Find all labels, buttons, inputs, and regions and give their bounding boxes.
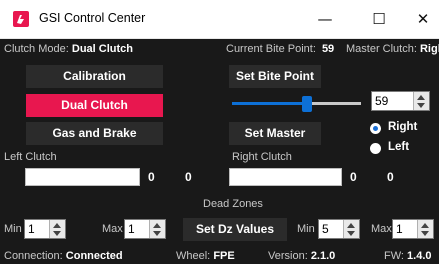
- wheel-label: Wheel:: [176, 250, 211, 262]
- bite-point-value: 59: [321, 43, 335, 55]
- spinner-down-icon[interactable]: [421, 231, 429, 236]
- master-left-label[interactable]: Left: [388, 141, 409, 153]
- right-clutch-label: Right Clutch: [232, 151, 292, 163]
- calibration-button[interactable]: Calibration: [26, 65, 163, 88]
- right-clutch-value-b: 0: [387, 170, 394, 184]
- master-right-label[interactable]: Right: [388, 121, 417, 133]
- right-dz-max-arrows[interactable]: [417, 220, 433, 238]
- fw-value: 1.4.0: [407, 250, 432, 262]
- clutch-mode-label: Clutch Mode:: [4, 43, 69, 55]
- spinner-down-icon[interactable]: [347, 231, 355, 236]
- connection-value: Connected: [65, 250, 123, 262]
- right-dz-max-spinner[interactable]: 1: [392, 219, 434, 239]
- spinner-down-icon[interactable]: [53, 231, 61, 236]
- spinner-up-icon[interactable]: [421, 223, 429, 228]
- right-dz-min-arrows[interactable]: [343, 220, 359, 238]
- gas-and-brake-button[interactable]: Gas and Brake: [26, 122, 163, 145]
- right-dz-min-label: Min: [297, 223, 315, 235]
- version-value: 2.1.0: [310, 250, 336, 262]
- wheel-value: FPE: [213, 250, 235, 262]
- dead-zones-title: Dead Zones: [203, 198, 263, 210]
- version-status: Version: 2.1.0: [268, 250, 335, 262]
- maximize-icon[interactable]: ☐: [361, 6, 397, 32]
- clutch-mode-status: Clutch Mode: Dual Clutch: [4, 43, 133, 55]
- bite-point-slider-thumb[interactable]: [302, 96, 312, 112]
- bite-point-label: Current Bite Point:: [226, 43, 316, 55]
- bite-point-slider-fill: [232, 102, 307, 105]
- client-area: Clutch Mode: Dual Clutch Current Bite Po…: [0, 39, 439, 264]
- left-dz-max-arrows[interactable]: [149, 220, 165, 238]
- title-bar[interactable]: GSI Control Center — ☐ ✕: [0, 0, 439, 39]
- left-dz-max-label: Max: [102, 223, 123, 235]
- master-left-radio[interactable]: [370, 143, 381, 154]
- bite-point-spinner[interactable]: 59: [371, 91, 430, 111]
- bite-point-spinner-value: 59: [375, 94, 389, 108]
- connection-label: Connection:: [4, 250, 63, 262]
- right-clutch-progress: [229, 168, 342, 186]
- master-clutch-status: Master Clutch: Right: [346, 43, 439, 55]
- clutch-mode-value: Dual Clutch: [71, 43, 133, 55]
- right-dz-min-spinner[interactable]: 5: [318, 219, 360, 239]
- master-right-radio[interactable]: [370, 123, 381, 134]
- left-dz-min-spinner[interactable]: 1: [24, 219, 66, 239]
- spinner-up-icon[interactable]: [347, 223, 355, 228]
- version-label: Version:: [268, 250, 308, 262]
- left-dz-max-value: 1: [128, 222, 135, 236]
- spinner-up-icon[interactable]: [417, 95, 425, 100]
- gsi-logo-icon: [13, 11, 29, 27]
- wheel-status: Wheel: FPE: [176, 250, 235, 262]
- spinner-down-icon[interactable]: [417, 103, 425, 108]
- left-clutch-label: Left Clutch: [4, 151, 57, 163]
- left-dz-max-spinner[interactable]: 1: [124, 219, 166, 239]
- spinner-up-icon[interactable]: [53, 223, 61, 228]
- right-dz-min-value: 5: [322, 222, 329, 236]
- set-dz-values-button[interactable]: Set Dz Values: [183, 218, 287, 241]
- dual-clutch-button[interactable]: Dual Clutch: [26, 94, 163, 117]
- window-title: GSI Control Center: [39, 11, 146, 25]
- master-clutch-value: Right: [419, 43, 439, 55]
- close-icon[interactable]: ✕: [405, 6, 439, 32]
- spinner-down-icon[interactable]: [153, 231, 161, 236]
- left-clutch-progress: [25, 168, 140, 186]
- connection-status: Connection: Connected: [4, 250, 123, 262]
- set-bite-point-button[interactable]: Set Bite Point: [229, 65, 321, 88]
- bite-point-spinner-arrows[interactable]: [413, 92, 429, 110]
- firmware-status: FW: 1.4.0: [384, 250, 432, 262]
- right-dz-max-value: 1: [396, 222, 403, 236]
- left-dz-min-arrows[interactable]: [49, 220, 65, 238]
- left-dz-min-value: 1: [28, 222, 35, 236]
- bite-point-slider[interactable]: [232, 96, 361, 112]
- set-master-button[interactable]: Set Master: [229, 122, 321, 145]
- left-dz-min-label: Min: [4, 223, 22, 235]
- spinner-up-icon[interactable]: [153, 223, 161, 228]
- app-window: GSI Control Center — ☐ ✕ Clutch Mode: Du…: [0, 0, 439, 264]
- right-dz-max-label: Max: [371, 223, 392, 235]
- right-clutch-value-a: 0: [350, 170, 357, 184]
- bite-point-status: Current Bite Point: 59: [226, 43, 334, 55]
- master-clutch-label: Master Clutch:: [346, 43, 417, 55]
- left-clutch-value-b: 0: [185, 170, 192, 184]
- minimize-icon[interactable]: —: [307, 6, 343, 32]
- left-clutch-value-a: 0: [148, 170, 155, 184]
- fw-label: FW:: [384, 250, 404, 262]
